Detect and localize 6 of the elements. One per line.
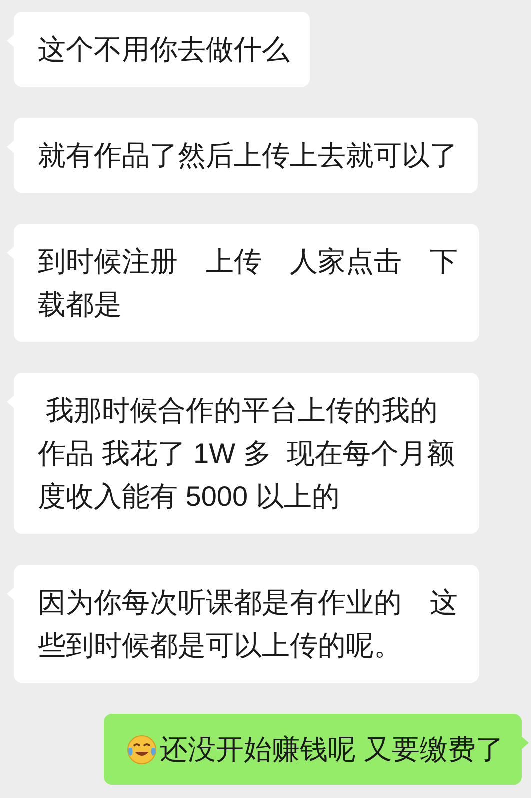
- message-text: 就有作品了然后上传上去就可以了: [38, 139, 458, 173]
- message-text: 还没开始赚钱呢 又要缴费了: [160, 733, 504, 767]
- message-text: 这个不用你去做什么: [38, 33, 290, 67]
- message-text: 到时候注册 上传 人家点击 下载都是: [38, 245, 459, 322]
- message-text: 我那时候合作的平台上传的我的作品 我花了 1W 多 现在每个月额度收入能有 5000 以上的: [38, 394, 456, 514]
- message-text: 因为你每次听课都是有作业的 这些到时候都是可以上传的呢。: [38, 586, 459, 663]
